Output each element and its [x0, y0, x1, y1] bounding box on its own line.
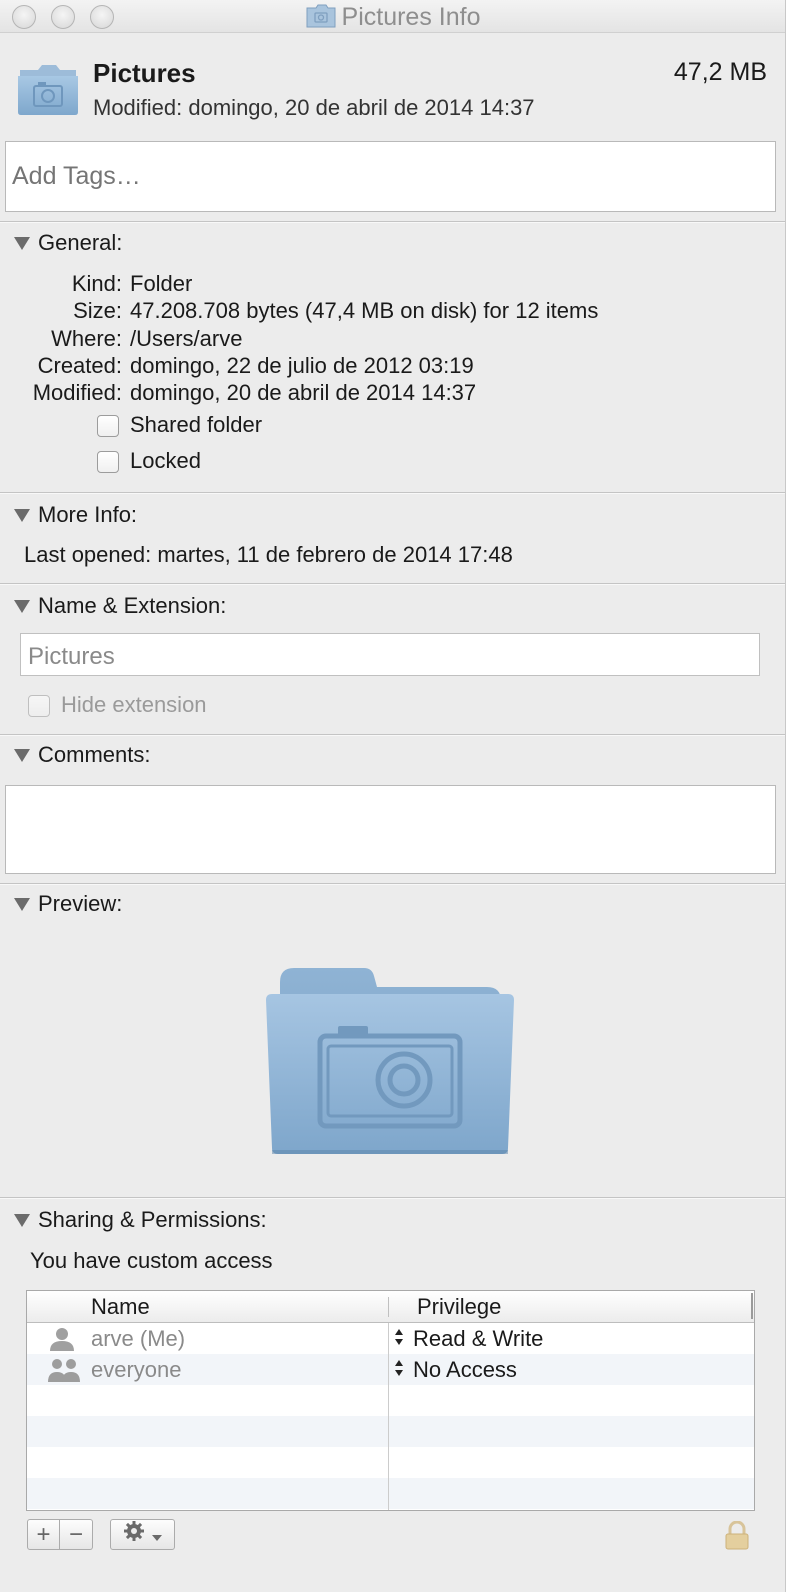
disclosure-triangle-icon: [14, 508, 30, 522]
hide-extension-checkbox[interactable]: [28, 695, 50, 717]
table-row-empty: [27, 1447, 754, 1478]
section-title: General:: [38, 230, 123, 255]
table-row[interactable]: everyone No Access: [27, 1354, 754, 1385]
disclosure-triangle-icon: [14, 897, 30, 911]
table-row-empty: [27, 1416, 754, 1447]
sharing-permissions-section-toggle[interactable]: Sharing & Permissions:: [14, 1207, 267, 1233]
info-key: Kind:: [71, 271, 122, 296]
hide-extension-label: Hide extension: [61, 692, 207, 717]
column-divider: [388, 1323, 389, 1510]
more-info-section-toggle[interactable]: More Info:: [14, 502, 137, 528]
section-title: Name & Extension:: [38, 593, 227, 618]
user-name: everyone: [91, 1357, 182, 1382]
user-name: arve (Me): [91, 1326, 186, 1351]
item-name: Pictures: [93, 58, 196, 88]
add-user-button[interactable]: +: [27, 1519, 60, 1550]
locked-label: Locked: [130, 448, 201, 473]
name-field[interactable]: Pictures: [20, 633, 760, 676]
pictures-folder-icon: [306, 4, 336, 35]
section-divider: [0, 583, 785, 585]
access-note: You have custom access: [30, 1248, 273, 1273]
section-divider: [0, 883, 785, 885]
column-divider: [388, 1297, 389, 1317]
privilege-value[interactable]: Read & Write: [413, 1326, 543, 1352]
info-value: domingo, 20 de abril de 2014 14:37: [130, 380, 477, 405]
info-key: Size:: [73, 298, 122, 323]
disclosure-triangle-icon: [14, 599, 30, 613]
locked-checkbox[interactable]: [97, 451, 119, 473]
section-title: Sharing & Permissions:: [38, 1207, 267, 1232]
privilege-value[interactable]: No Access: [413, 1357, 517, 1383]
section-divider: [0, 1197, 785, 1199]
action-menu: [110, 1519, 175, 1550]
action-menu-button[interactable]: [110, 1519, 175, 1550]
info-window: Pictures Info Pictures 47,2 MB Modified:…: [0, 0, 786, 1592]
lock-icon[interactable]: [724, 1520, 750, 1556]
section-divider: [0, 221, 785, 223]
table-header: Name Privilege: [27, 1291, 754, 1323]
section-divider: [0, 734, 785, 736]
item-size: 47,2 MB: [673, 58, 767, 86]
info-key: Created:: [37, 353, 122, 378]
name-column-header[interactable]: Name: [91, 1294, 150, 1320]
section-title: More Info:: [38, 502, 138, 527]
privilege-column-header[interactable]: Privilege: [417, 1294, 501, 1320]
preview-folder-icon: [262, 962, 518, 1167]
pictures-folder-icon: [16, 64, 80, 121]
add-remove-buttons: + −: [27, 1519, 93, 1550]
info-key: Modified:: [32, 380, 122, 405]
title-bar[interactable]: Pictures Info: [0, 0, 785, 35]
table-row[interactable]: arve (Me) Read & Write: [27, 1323, 754, 1354]
section-divider: [0, 492, 785, 494]
gear-icon: [123, 1520, 145, 1549]
info-value: 47.208.708 bytes (47,4 MB on disk) for 1…: [130, 298, 599, 323]
preview-section-toggle[interactable]: Preview:: [14, 891, 122, 917]
item-modified: Modified: domingo, 20 de abril de 2014 1…: [93, 95, 535, 120]
info-key: Where:: [51, 326, 122, 351]
shared-folder-label: Shared folder: [130, 412, 263, 437]
general-section-toggle[interactable]: General:: [14, 230, 122, 256]
privilege-popup-arrows-icon[interactable]: [393, 1326, 405, 1348]
disclosure-triangle-icon: [14, 1213, 30, 1227]
remove-user-button[interactable]: −: [60, 1519, 93, 1550]
table-row-empty: [27, 1385, 754, 1416]
permissions-table: Name Privilege arve (Me) Read & Write ev…: [26, 1290, 755, 1511]
info-value: /Users/arve: [130, 326, 243, 351]
section-title: Comments:: [38, 742, 151, 767]
disclosure-triangle-icon: [14, 236, 30, 250]
tags-field[interactable]: [5, 141, 776, 212]
window-title: Pictures Info: [0, 3, 785, 35]
last-opened: Last opened: martes, 11 de febrero de 20…: [24, 542, 513, 567]
shared-folder-checkbox[interactable]: [97, 415, 119, 437]
info-value: domingo, 22 de julio de 2012 03:19: [130, 353, 474, 378]
section-title: Preview:: [38, 891, 123, 916]
privilege-popup-arrows-icon[interactable]: [393, 1357, 405, 1379]
column-resize-handle[interactable]: [751, 1293, 753, 1319]
disclosure-triangle-icon: [14, 748, 30, 762]
name-extension-section-toggle[interactable]: Name & Extension:: [14, 593, 226, 619]
comments-section-toggle[interactable]: Comments:: [14, 742, 150, 768]
comments-field[interactable]: [5, 785, 776, 874]
info-value: Folder: [130, 271, 193, 296]
chevron-down-icon: [151, 1521, 163, 1549]
table-row-empty: [27, 1478, 754, 1509]
